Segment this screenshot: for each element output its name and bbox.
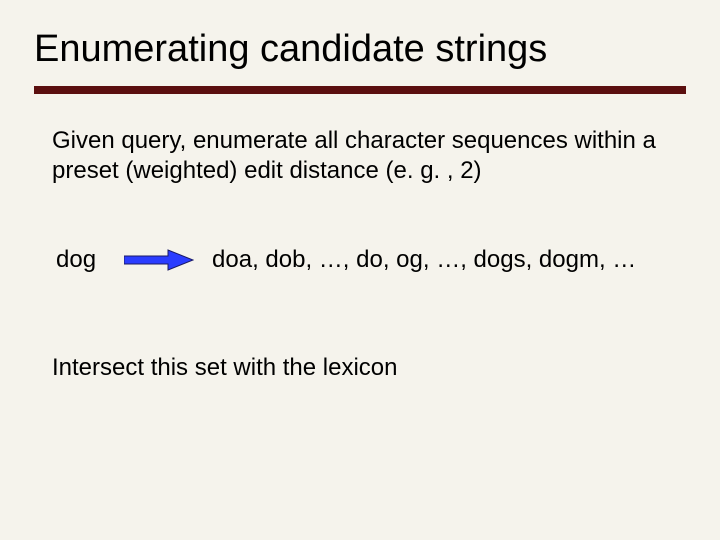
slide-title: Enumerating candidate strings bbox=[34, 28, 547, 71]
example-row: dog doa, dob, …, do, og, …, dogs, dogm, … bbox=[56, 246, 696, 274]
paragraph-intro: Given query, enumerate all character seq… bbox=[52, 126, 662, 186]
example-candidates: doa, dob, …, do, og, …, dogs, dogm, … bbox=[212, 246, 696, 274]
example-query: dog bbox=[56, 246, 96, 274]
paragraph-intersect: Intersect this set with the lexicon bbox=[52, 354, 662, 382]
arrow-shape bbox=[124, 250, 193, 270]
title-underline bbox=[34, 86, 686, 94]
arrow-icon bbox=[124, 249, 194, 271]
slide: Enumerating candidate strings Given quer… bbox=[0, 0, 720, 540]
